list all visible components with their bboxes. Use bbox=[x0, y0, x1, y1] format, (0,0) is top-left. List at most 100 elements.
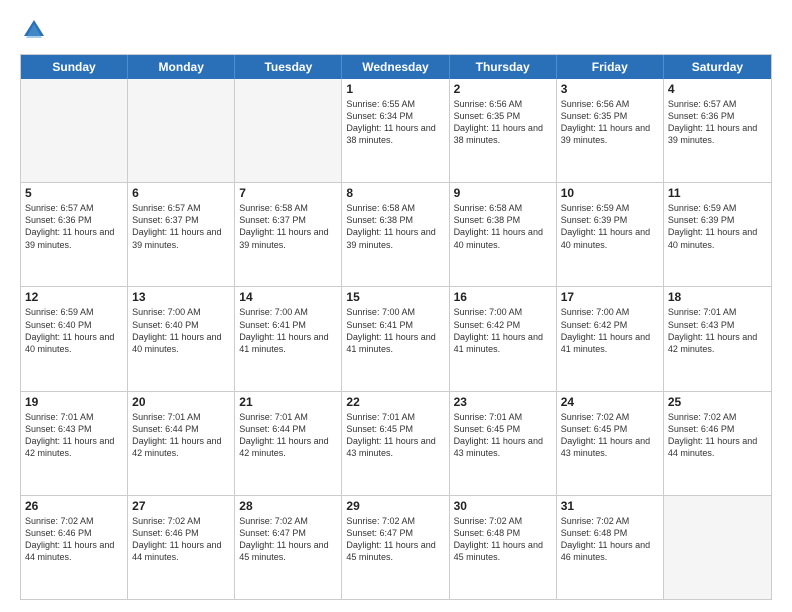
day-info: Sunrise: 6:56 AM Sunset: 6:35 PM Dayligh… bbox=[454, 98, 552, 147]
day-info: Sunrise: 7:02 AM Sunset: 6:46 PM Dayligh… bbox=[668, 411, 767, 460]
day-number: 14 bbox=[239, 290, 337, 304]
day-number: 25 bbox=[668, 395, 767, 409]
cal-cell: 17Sunrise: 7:00 AM Sunset: 6:42 PM Dayli… bbox=[557, 287, 664, 390]
cal-cell: 2 Sunrise: 6:56 AM Sunset: 6:35 PM Daylig… bbox=[450, 79, 557, 182]
week-row-2: 5Sunrise: 6:57 AM Sunset: 6:36 PM Daylig… bbox=[21, 183, 771, 287]
cal-cell: 6Sunrise: 6:57 AM Sunset: 6:37 PM Daylig… bbox=[128, 183, 235, 286]
day-info: Sunrise: 7:00 AM Sunset: 6:41 PM Dayligh… bbox=[239, 306, 337, 355]
day-number: 12 bbox=[25, 290, 123, 304]
day-info: Sunrise: 7:02 AM Sunset: 6:46 PM Dayligh… bbox=[25, 515, 123, 564]
cal-cell bbox=[664, 496, 771, 599]
day-number: 2 bbox=[454, 82, 552, 96]
day-info: Sunrise: 6:57 AM Sunset: 6:36 PM Dayligh… bbox=[668, 98, 767, 147]
day-number: 10 bbox=[561, 186, 659, 200]
day-number: 29 bbox=[346, 499, 444, 513]
day-info: Sunrise: 6:59 AM Sunset: 6:39 PM Dayligh… bbox=[561, 202, 659, 251]
cal-cell: 29Sunrise: 7:02 AM Sunset: 6:47 PM Dayli… bbox=[342, 496, 449, 599]
day-number: 19 bbox=[25, 395, 123, 409]
header-day-friday: Friday bbox=[557, 55, 664, 79]
week-row-1: 1 Sunrise: 6:55 AM Sunset: 6:34 PM Daylig… bbox=[21, 79, 771, 183]
cal-cell bbox=[235, 79, 342, 182]
header-day-wednesday: Wednesday bbox=[342, 55, 449, 79]
cal-cell: 15 Sunrise: 7:00 AM Sunset: 6:41 PM Dayli… bbox=[342, 287, 449, 390]
day-info: Sunrise: 7:00 AM Sunset: 6:41 PM Dayligh… bbox=[346, 306, 444, 355]
day-info: Sunrise: 7:01 AM Sunset: 6:43 PM Dayligh… bbox=[25, 411, 123, 460]
day-number: 15 bbox=[346, 290, 444, 304]
day-number: 27 bbox=[132, 499, 230, 513]
week-row-4: 19 Sunrise: 7:01 AM Sunset: 6:43 PM Dayli… bbox=[21, 392, 771, 496]
day-info: Sunrise: 7:02 AM Sunset: 6:48 PM Dayligh… bbox=[454, 515, 552, 564]
day-number: 11 bbox=[668, 186, 767, 200]
day-number: 23 bbox=[454, 395, 552, 409]
cal-cell: 4 Sunrise: 6:57 AM Sunset: 6:36 PM Daylig… bbox=[664, 79, 771, 182]
day-number: 18 bbox=[668, 290, 767, 304]
page: SundayMondayTuesdayWednesdayThursdayFrid… bbox=[0, 0, 792, 612]
cal-cell: 30 Sunrise: 7:02 AM Sunset: 6:48 PM Dayli… bbox=[450, 496, 557, 599]
day-info: Sunrise: 6:58 AM Sunset: 6:37 PM Dayligh… bbox=[239, 202, 337, 251]
cal-cell: 13 Sunrise: 7:00 AM Sunset: 6:40 PM Dayli… bbox=[128, 287, 235, 390]
cal-cell: 22Sunrise: 7:01 AM Sunset: 6:45 PM Dayli… bbox=[342, 392, 449, 495]
day-info: Sunrise: 7:02 AM Sunset: 6:48 PM Dayligh… bbox=[561, 515, 659, 564]
day-number: 30 bbox=[454, 499, 552, 513]
week-row-5: 26 Sunrise: 7:02 AM Sunset: 6:46 PM Dayli… bbox=[21, 496, 771, 599]
day-info: Sunrise: 7:02 AM Sunset: 6:45 PM Dayligh… bbox=[561, 411, 659, 460]
header-day-sunday: Sunday bbox=[21, 55, 128, 79]
day-info: Sunrise: 6:59 AM Sunset: 6:40 PM Dayligh… bbox=[25, 306, 123, 355]
cal-cell: 31 Sunrise: 7:02 AM Sunset: 6:48 PM Dayli… bbox=[557, 496, 664, 599]
cal-cell: 11Sunrise: 6:59 AM Sunset: 6:39 PM Dayli… bbox=[664, 183, 771, 286]
day-info: Sunrise: 7:02 AM Sunset: 6:46 PM Dayligh… bbox=[132, 515, 230, 564]
day-info: Sunrise: 6:58 AM Sunset: 6:38 PM Dayligh… bbox=[454, 202, 552, 251]
cal-cell bbox=[21, 79, 128, 182]
day-info: Sunrise: 6:58 AM Sunset: 6:38 PM Dayligh… bbox=[346, 202, 444, 251]
cal-cell: 18 Sunrise: 7:01 AM Sunset: 6:43 PM Dayli… bbox=[664, 287, 771, 390]
day-number: 4 bbox=[668, 82, 767, 96]
day-number: 3 bbox=[561, 82, 659, 96]
cal-cell: 23 Sunrise: 7:01 AM Sunset: 6:45 PM Dayli… bbox=[450, 392, 557, 495]
logo-icon bbox=[20, 16, 48, 44]
header-day-thursday: Thursday bbox=[450, 55, 557, 79]
cal-cell: 28Sunrise: 7:02 AM Sunset: 6:47 PM Dayli… bbox=[235, 496, 342, 599]
cal-cell: 16 Sunrise: 7:00 AM Sunset: 6:42 PM Dayli… bbox=[450, 287, 557, 390]
day-number: 16 bbox=[454, 290, 552, 304]
day-number: 13 bbox=[132, 290, 230, 304]
day-info: Sunrise: 7:00 AM Sunset: 6:42 PM Dayligh… bbox=[454, 306, 552, 355]
day-number: 26 bbox=[25, 499, 123, 513]
cal-cell: 19 Sunrise: 7:01 AM Sunset: 6:43 PM Dayli… bbox=[21, 392, 128, 495]
day-info: Sunrise: 6:57 AM Sunset: 6:37 PM Dayligh… bbox=[132, 202, 230, 251]
cal-cell: 14 Sunrise: 7:00 AM Sunset: 6:41 PM Dayli… bbox=[235, 287, 342, 390]
day-number: 7 bbox=[239, 186, 337, 200]
cal-cell: 9 Sunrise: 6:58 AM Sunset: 6:38 PM Daylig… bbox=[450, 183, 557, 286]
cal-cell: 10 Sunrise: 6:59 AM Sunset: 6:39 PM Dayli… bbox=[557, 183, 664, 286]
week-row-3: 12 Sunrise: 6:59 AM Sunset: 6:40 PM Dayli… bbox=[21, 287, 771, 391]
calendar-body: 1 Sunrise: 6:55 AM Sunset: 6:34 PM Daylig… bbox=[21, 79, 771, 599]
logo bbox=[20, 16, 50, 44]
day-number: 1 bbox=[346, 82, 444, 96]
cal-cell bbox=[128, 79, 235, 182]
cal-cell: 26 Sunrise: 7:02 AM Sunset: 6:46 PM Dayli… bbox=[21, 496, 128, 599]
day-info: Sunrise: 6:55 AM Sunset: 6:34 PM Dayligh… bbox=[346, 98, 444, 147]
header-day-monday: Monday bbox=[128, 55, 235, 79]
header-day-saturday: Saturday bbox=[664, 55, 771, 79]
cal-cell: 27 Sunrise: 7:02 AM Sunset: 6:46 PM Dayli… bbox=[128, 496, 235, 599]
cal-cell: 5Sunrise: 6:57 AM Sunset: 6:36 PM Daylig… bbox=[21, 183, 128, 286]
day-info: Sunrise: 7:00 AM Sunset: 6:42 PM Dayligh… bbox=[561, 306, 659, 355]
day-number: 8 bbox=[346, 186, 444, 200]
day-info: Sunrise: 7:01 AM Sunset: 6:45 PM Dayligh… bbox=[346, 411, 444, 460]
day-info: Sunrise: 6:57 AM Sunset: 6:36 PM Dayligh… bbox=[25, 202, 123, 251]
day-number: 31 bbox=[561, 499, 659, 513]
day-number: 28 bbox=[239, 499, 337, 513]
cal-cell: 1 Sunrise: 6:55 AM Sunset: 6:34 PM Daylig… bbox=[342, 79, 449, 182]
day-info: Sunrise: 7:01 AM Sunset: 6:44 PM Dayligh… bbox=[239, 411, 337, 460]
header-day-tuesday: Tuesday bbox=[235, 55, 342, 79]
cal-cell: 3 Sunrise: 6:56 AM Sunset: 6:35 PM Daylig… bbox=[557, 79, 664, 182]
day-number: 9 bbox=[454, 186, 552, 200]
day-number: 24 bbox=[561, 395, 659, 409]
day-info: Sunrise: 7:01 AM Sunset: 6:43 PM Dayligh… bbox=[668, 306, 767, 355]
cal-cell: 25 Sunrise: 7:02 AM Sunset: 6:46 PM Dayli… bbox=[664, 392, 771, 495]
header bbox=[20, 16, 772, 44]
day-info: Sunrise: 6:56 AM Sunset: 6:35 PM Dayligh… bbox=[561, 98, 659, 147]
day-info: Sunrise: 7:00 AM Sunset: 6:40 PM Dayligh… bbox=[132, 306, 230, 355]
day-info: Sunrise: 7:01 AM Sunset: 6:45 PM Dayligh… bbox=[454, 411, 552, 460]
cal-cell: 8 Sunrise: 6:58 AM Sunset: 6:38 PM Daylig… bbox=[342, 183, 449, 286]
cal-cell: 12 Sunrise: 6:59 AM Sunset: 6:40 PM Dayli… bbox=[21, 287, 128, 390]
